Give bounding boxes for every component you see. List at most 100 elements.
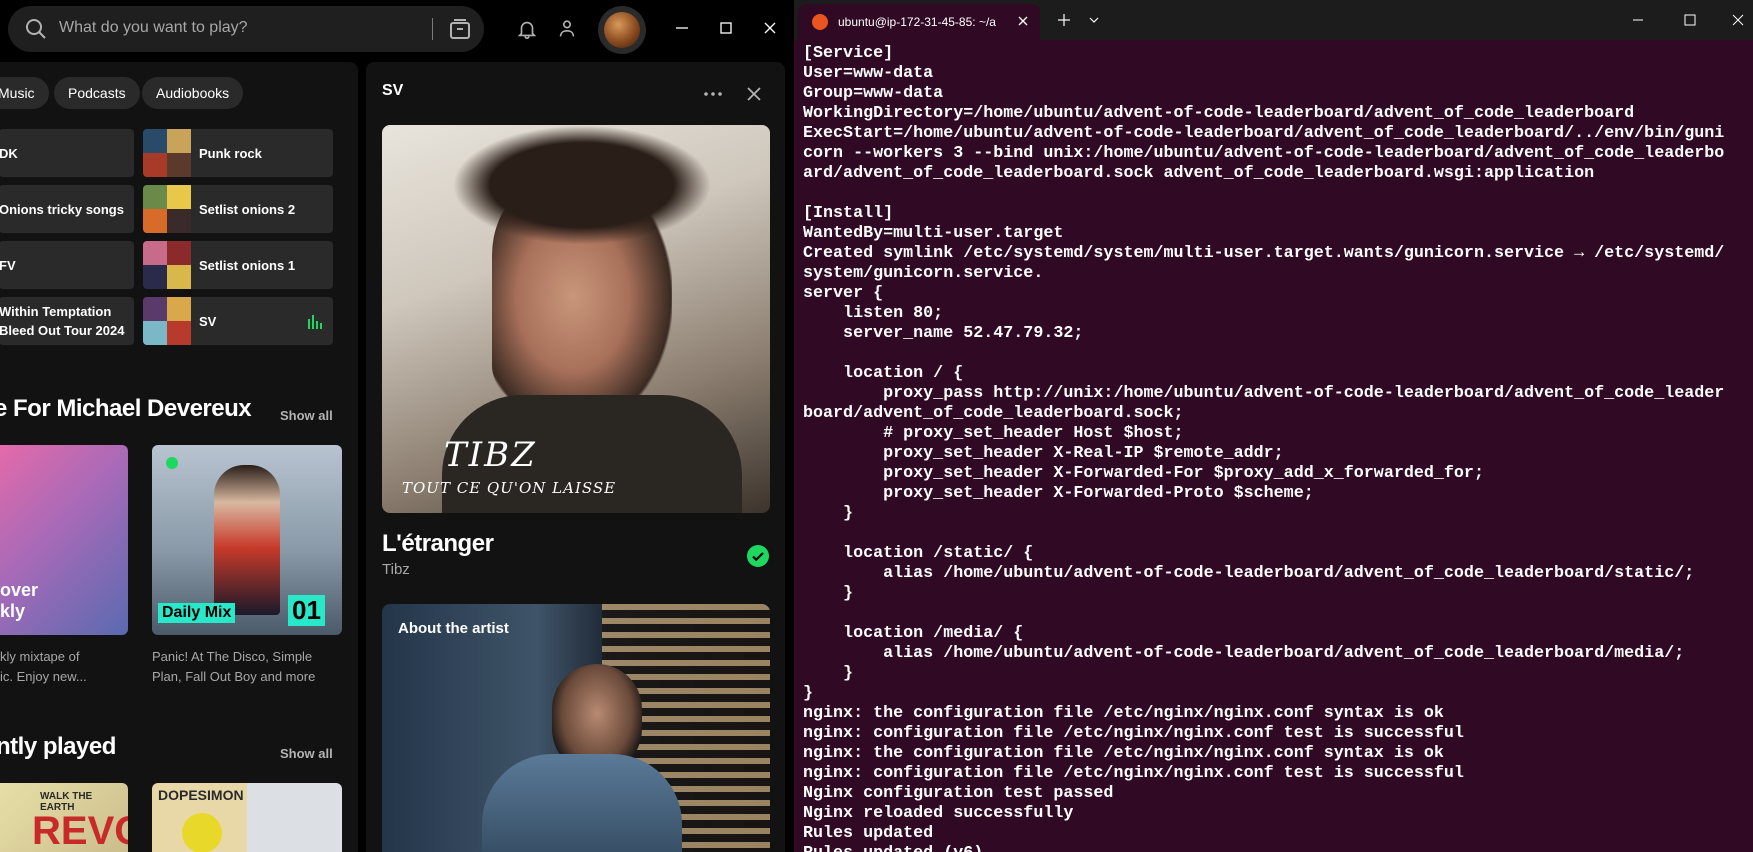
terminal-tab[interactable]: ubuntu@ip-172-31-45-85: ~/a	[798, 4, 1040, 40]
terminal-line: [Service]	[803, 44, 894, 63]
quick-item-sv[interactable]: SV	[143, 297, 333, 345]
playlist-cover	[143, 241, 191, 289]
terminal-line: nginx: the configuration file /etc/nginx…	[803, 744, 1444, 763]
terminal-line: WorkingDirectory=/home/ubuntu/advent-of-…	[803, 104, 1635, 123]
album-cover[interactable]: TIBZ TOUT CE QU'ON LAISSE	[382, 125, 770, 513]
show-all-recently-played[interactable]: Show all	[280, 746, 333, 761]
home-pane: Music Podcasts Audiobooks DK Onions tric…	[0, 62, 358, 852]
browse-icon[interactable]	[448, 17, 472, 41]
terminal-line: Rules updated	[803, 824, 934, 843]
recent-card[interactable]: DOPESIMON	[152, 783, 342, 852]
quick-item-setlist-onions-1[interactable]: Setlist onions 1	[143, 241, 333, 289]
terminal-line: Nginx reloaded successfully	[803, 804, 1074, 823]
search-bar[interactable]: What do you want to play?	[8, 6, 484, 52]
terminal-line: proxy_set_header X-Forwarded-Proto $sche…	[803, 484, 1314, 503]
card-description: kly mixtape of ic. Enjoy new...	[0, 649, 87, 684]
playlist-cover	[143, 185, 191, 233]
about-artist-title: About the artist	[398, 620, 509, 637]
bell-icon[interactable]	[516, 18, 538, 40]
quick-item-onions-tricky[interactable]: Onions tricky songs	[0, 185, 134, 233]
terminal-line: nginx: configuration file /etc/nginx/ngi…	[803, 764, 1464, 783]
quick-item-label: Bleed Out Tour 2024	[0, 323, 125, 338]
terminal-line: ExecStart=/home/ubuntu/advent-of-code-le…	[803, 124, 1725, 143]
section-title-made-for[interactable]: e For Michael Devereux	[0, 395, 252, 423]
close-panel-icon[interactable]	[744, 84, 764, 104]
close-tab-icon[interactable]	[1016, 14, 1030, 28]
maximize-icon[interactable]	[716, 18, 736, 38]
terminal-line: location / {	[803, 364, 964, 383]
terminal-output[interactable]: [Service] User=www-data Group=www-data Work…	[803, 44, 1748, 852]
top-bar: What do you want to play?	[0, 0, 791, 58]
cover-artist-script: TIBZ	[444, 435, 537, 475]
quick-item-within-temptation[interactable]: Within Temptation Bleed Out Tour 2024	[0, 297, 134, 345]
artist-hair	[452, 125, 712, 245]
artist-name[interactable]: Tibz	[382, 561, 410, 578]
terminal-line: }	[803, 684, 814, 703]
terminal-line: corn --workers 3 --bind unix:/home/ubunt…	[803, 144, 1725, 163]
lemon-shape	[182, 813, 222, 852]
terminal-line: server_name 52.47.79.32;	[803, 324, 1084, 343]
quick-item-label: Setlist onions 2	[199, 201, 296, 217]
quick-item-label: Within Temptation	[0, 304, 112, 319]
terminal-line: location /media/ {	[803, 624, 1024, 643]
daily-mix-card[interactable]: Daily Mix 01	[152, 445, 342, 635]
terminal-window: ubuntu@ip-172-31-45-85: ~/a [Service] Use…	[794, 0, 1753, 852]
terminal-line: Nginx configuration test passed	[803, 784, 1114, 803]
song-title[interactable]: L'étranger	[382, 530, 494, 558]
saved-check-icon[interactable]	[747, 545, 769, 567]
terminal-line: proxy_pass http://unix:/home/ubuntu/adve…	[803, 384, 1725, 403]
quick-item-punk-rock[interactable]: Punk rock	[143, 129, 333, 177]
close-icon[interactable]	[760, 18, 780, 38]
maximize-icon[interactable]	[1682, 12, 1698, 28]
card-overlay-text: kly	[0, 601, 26, 621]
quick-item-dk[interactable]: DK	[0, 129, 134, 177]
ubuntu-icon	[812, 14, 828, 30]
now-playing-panel: SV TIBZ TOUT CE QU'ON LAISSE L'étranger …	[366, 62, 785, 852]
terminal-titlebar: ubuntu@ip-172-31-45-85: ~/a	[794, 0, 1753, 40]
playlist-cover	[143, 129, 191, 177]
chip-music[interactable]: Music	[0, 77, 49, 109]
more-options-icon[interactable]	[702, 83, 724, 105]
chip-podcasts[interactable]: Podcasts	[54, 77, 140, 109]
terminal-line: }	[803, 504, 854, 523]
daily-mix-number: 01	[288, 595, 325, 626]
avatar[interactable]	[598, 6, 646, 54]
about-artist-card[interactable]: About the artist	[382, 604, 770, 852]
terminal-line: board/advent_of_code_leaderboard.sock;	[803, 404, 1184, 423]
chevron-down-icon[interactable]	[1086, 12, 1102, 28]
friends-icon[interactable]	[556, 18, 578, 40]
terminal-line: WantedBy=multi-user.target	[803, 224, 1064, 243]
terminal-line: Rules updated (v6)	[803, 844, 1748, 852]
search-divider	[432, 18, 433, 40]
terminal-line: [Install]	[803, 204, 894, 223]
terminal-line: ard/advent_of_code_leaderboard.sock adve…	[803, 164, 1595, 183]
terminal-line: nginx: configuration file /etc/nginx/ngi…	[803, 724, 1464, 743]
discover-weekly-card[interactable]: over kly	[0, 445, 128, 635]
terminal-line: }	[803, 584, 854, 603]
quick-item-setlist-onions-2[interactable]: Setlist onions 2	[143, 185, 333, 233]
terminal-line: nginx: the configuration file /etc/nginx…	[803, 704, 1444, 723]
close-icon[interactable]	[1730, 12, 1746, 28]
recent-card[interactable]: WALK THE EARTH REVO	[0, 783, 128, 852]
quick-item-label: Punk rock	[199, 145, 262, 161]
chip-audiobooks[interactable]: Audiobooks	[142, 77, 244, 109]
card-overlay-text: over	[0, 580, 39, 600]
spotify-window: What do you want to play? Music Podcasts…	[0, 0, 791, 852]
show-all-made-for[interactable]: Show all	[280, 408, 333, 423]
now-playing-panel-title[interactable]: SV	[382, 82, 403, 100]
minimize-icon[interactable]	[1630, 12, 1646, 28]
spotify-logo-icon	[166, 457, 178, 469]
quick-item-fv[interactable]: FV	[0, 241, 134, 289]
search-input[interactable]: What do you want to play?	[59, 19, 248, 37]
cover-album-script: TOUT CE QU'ON LAISSE	[402, 479, 617, 497]
minimize-icon[interactable]	[672, 18, 692, 38]
section-title-recently-played[interactable]: ntly played	[0, 733, 116, 761]
quick-item-label: SV	[199, 313, 217, 329]
daily-mix-badge: Daily Mix	[158, 603, 236, 623]
new-tab-icon[interactable]	[1056, 12, 1072, 28]
card-overlay-text: REVO	[32, 809, 128, 852]
artist-jacket	[482, 754, 682, 852]
